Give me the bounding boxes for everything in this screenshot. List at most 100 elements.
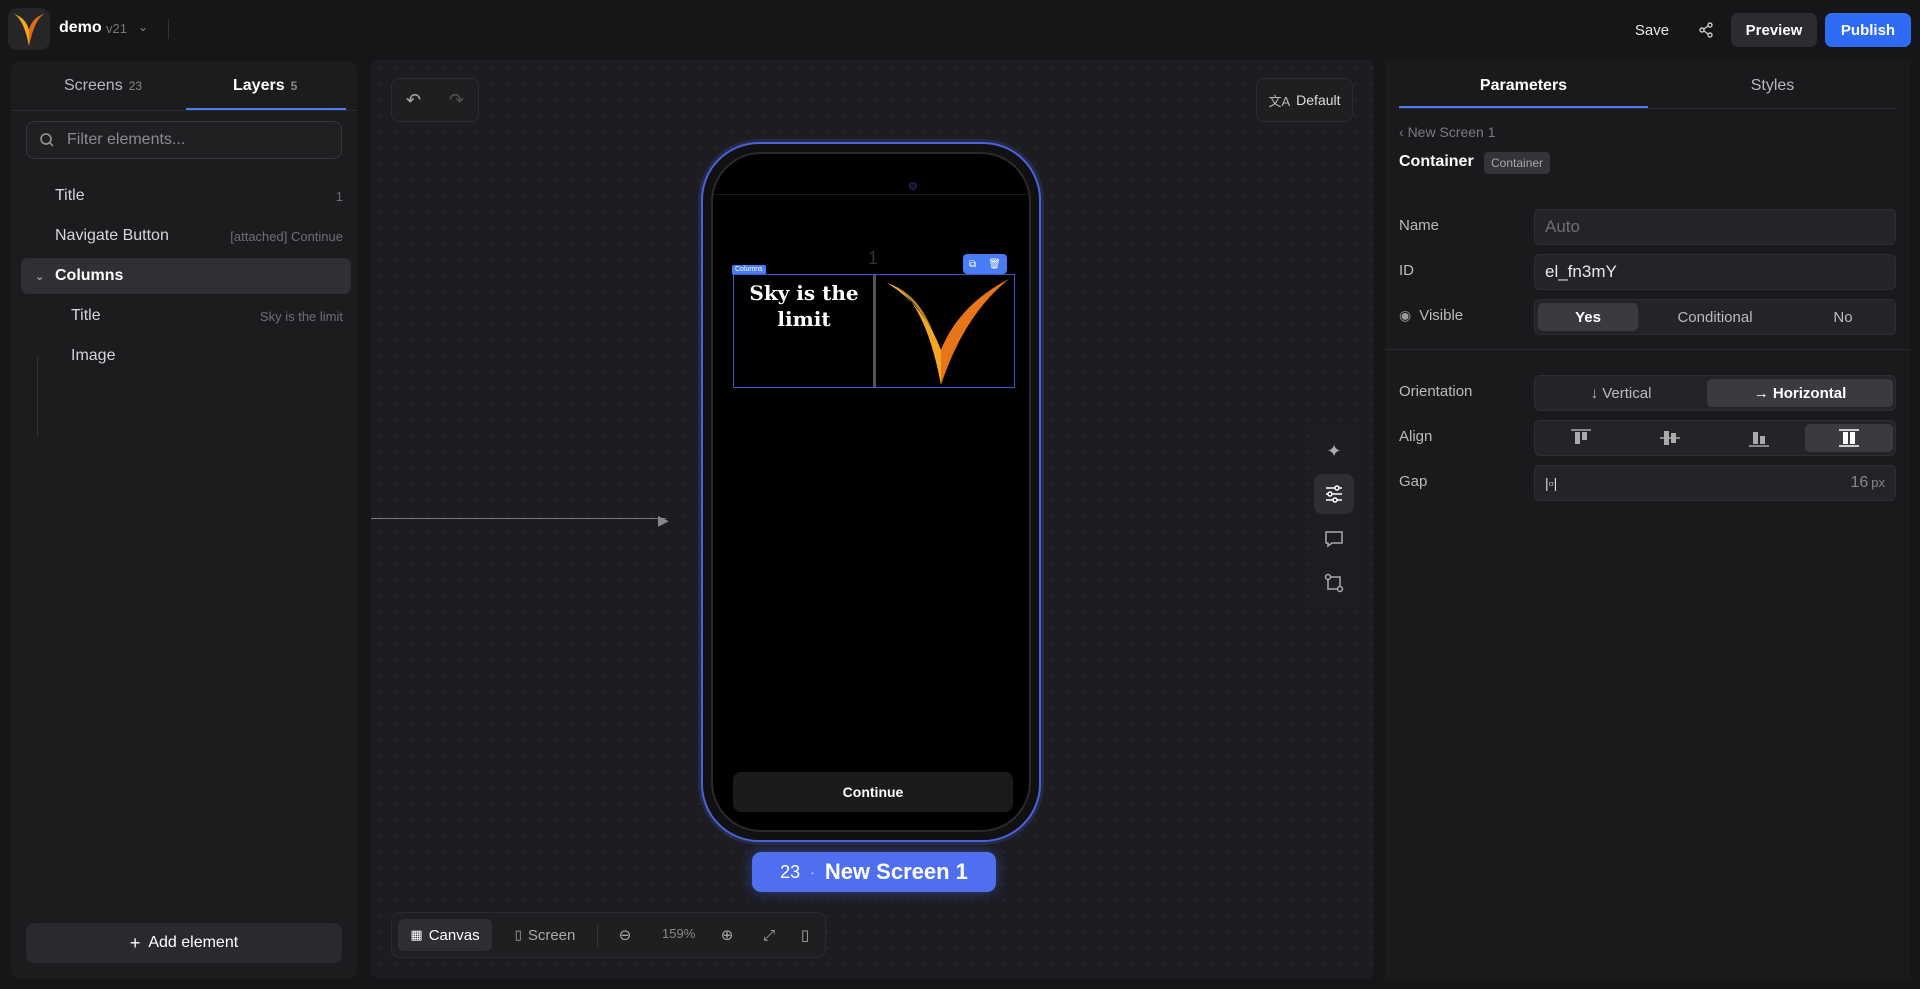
orientation-segmented-control: ↓ Vertical → Horizontal bbox=[1534, 375, 1896, 411]
align-segmented-control bbox=[1534, 420, 1896, 456]
gap-value: 16 px bbox=[1850, 466, 1885, 500]
column-divider bbox=[873, 275, 876, 387]
tab-label: Screens bbox=[64, 77, 123, 94]
columns-container[interactable]: Sky is the limit bbox=[733, 274, 1015, 388]
divider bbox=[168, 19, 169, 39]
plus-icon: + bbox=[129, 932, 141, 953]
device-icon[interactable]: ▯ bbox=[790, 919, 820, 951]
layer-item-columns-title[interactable]: Title Sky is the limit bbox=[21, 298, 351, 334]
visible-option-yes[interactable]: Yes bbox=[1538, 303, 1638, 331]
align-label: Align bbox=[1399, 428, 1433, 445]
element-title: Container bbox=[1399, 153, 1474, 170]
layers-panel: Screens 23 Layers 5 Title 1 Navigate Butto… bbox=[11, 61, 357, 979]
history-controls: ↶ ↷ bbox=[391, 78, 479, 122]
tab-styles[interactable]: Styles bbox=[1648, 77, 1897, 95]
orientation-vertical-label: Vertical bbox=[1602, 384, 1652, 402]
project-version[interactable]: v21 bbox=[106, 21, 127, 36]
add-element-label: Add element bbox=[148, 934, 239, 951]
align-center-icon[interactable] bbox=[1627, 424, 1713, 452]
sparkle-icon[interactable]: ✦ bbox=[1314, 431, 1354, 471]
canvas[interactable]: ↶ ↷ 文A Default ▶ 1 Columns ⧉ 🗑 Sky is th… bbox=[371, 60, 1374, 979]
visible-option-conditional[interactable]: Conditional bbox=[1640, 303, 1790, 331]
arrow-right-icon: ▶ bbox=[658, 512, 669, 528]
screen-badge-name: New Screen 1 bbox=[824, 859, 968, 884]
publish-button[interactable]: Publish bbox=[1825, 13, 1911, 47]
divider bbox=[1385, 349, 1910, 350]
filter-field[interactable] bbox=[26, 121, 342, 159]
canvas-mode-label: Canvas bbox=[428, 926, 480, 944]
translate-icon: 文A bbox=[1268, 93, 1291, 109]
phone-screen[interactable]: 1 Columns ⧉ 🗑 Sky is the limit Continue bbox=[711, 152, 1031, 832]
breadcrumb[interactable]: ‹ New Screen 1 bbox=[1399, 124, 1496, 140]
chevron-left-icon: ‹ bbox=[1399, 124, 1408, 140]
id-label: ID bbox=[1399, 262, 1414, 279]
active-tab-indicator bbox=[1399, 106, 1648, 108]
orientation-option-vertical[interactable]: ↓ Vertical bbox=[1538, 379, 1704, 407]
properties-panel: Parameters Styles ‹ New Screen 1 Contain… bbox=[1385, 61, 1910, 979]
visible-option-no[interactable]: No bbox=[1793, 303, 1893, 331]
zoom-in-icon[interactable]: ⊕ bbox=[712, 919, 742, 951]
continue-button[interactable]: Continue bbox=[733, 772, 1013, 812]
gap-field[interactable]: |▫| 16 px bbox=[1534, 465, 1896, 501]
duplicate-icon[interactable]: ⧉ bbox=[969, 259, 976, 270]
tab-count: 5 bbox=[290, 79, 298, 93]
layer-item-image[interactable]: Image bbox=[21, 338, 351, 374]
layer-item-navigate-button[interactable]: Navigate Button [attached] Continue bbox=[21, 218, 351, 254]
screen-mode-button[interactable]: ▯ Screen bbox=[500, 919, 590, 951]
locale-button[interactable]: 文A Default bbox=[1256, 78, 1353, 122]
layer-label: Image bbox=[71, 347, 116, 364]
name-field[interactable]: Auto bbox=[1534, 209, 1896, 245]
layer-label: Navigate Button bbox=[55, 227, 169, 244]
status-area bbox=[713, 194, 1029, 195]
visible-label-text: Visible bbox=[1419, 307, 1464, 324]
tab-label: Layers bbox=[233, 77, 285, 94]
project-name[interactable]: demo bbox=[59, 19, 102, 37]
element-type-badge: Container bbox=[1484, 152, 1551, 174]
filter-input[interactable] bbox=[67, 128, 327, 152]
columns-image[interactable] bbox=[879, 275, 1014, 387]
eye-icon: ◉ bbox=[1399, 307, 1412, 323]
active-tab-indicator bbox=[186, 108, 346, 110]
chevron-down-icon[interactable]: ⌄ bbox=[138, 20, 148, 34]
fit-screen-icon[interactable]: ⤢ bbox=[754, 919, 784, 951]
tab-screens[interactable]: Screens 23 bbox=[64, 77, 142, 95]
search-icon bbox=[39, 132, 55, 153]
orientation-horizontal-label: Horizontal bbox=[1772, 384, 1847, 402]
visible-label: ◉ Visible bbox=[1399, 307, 1463, 324]
phone-frame[interactable]: 1 Columns ⧉ 🗑 Sky is the limit Continue bbox=[701, 142, 1041, 842]
trash-icon[interactable]: 🗑 bbox=[988, 259, 1001, 270]
layer-label: Columns bbox=[55, 267, 124, 284]
camera-icon bbox=[909, 182, 917, 190]
align-top-icon[interactable] bbox=[1538, 424, 1624, 452]
layer-item-title[interactable]: Title 1 bbox=[21, 178, 351, 214]
flow-icon[interactable] bbox=[1314, 563, 1354, 603]
gap-unit: px bbox=[1871, 475, 1885, 490]
tab-layers[interactable]: Layers 5 bbox=[233, 77, 297, 95]
align-bottom-icon[interactable] bbox=[1716, 424, 1802, 452]
name-label: Name bbox=[1399, 217, 1440, 234]
zoom-out-icon[interactable]: ⊖ bbox=[610, 919, 640, 951]
save-button[interactable]: Save bbox=[1622, 13, 1682, 47]
preview-button[interactable]: Preview bbox=[1731, 13, 1817, 47]
chevron-down-icon[interactable]: ⌄ bbox=[35, 270, 44, 283]
canvas-mode-button[interactable]: ▦ Canvas bbox=[398, 919, 492, 951]
layer-meta: Sky is the limit bbox=[259, 308, 343, 324]
zoom-level[interactable]: 159% bbox=[662, 926, 695, 941]
redo-icon[interactable]: ↷ bbox=[449, 90, 464, 111]
element-toolbar: ⧉ 🗑 bbox=[963, 254, 1007, 274]
app-logo[interactable] bbox=[8, 8, 50, 50]
orientation-label: Orientation bbox=[1399, 383, 1473, 400]
id-field[interactable]: el_fn3mY bbox=[1534, 254, 1896, 290]
orientation-option-horizontal[interactable]: → Horizontal bbox=[1707, 379, 1893, 407]
sliders-icon[interactable] bbox=[1314, 474, 1354, 514]
screen-name-badge[interactable]: 23 · New Screen 1 bbox=[752, 852, 996, 892]
columns-title[interactable]: Sky is the limit bbox=[734, 280, 874, 332]
layer-item-columns[interactable]: ⌄ Columns bbox=[21, 258, 351, 294]
add-element-button[interactable]: + Add element bbox=[26, 923, 342, 963]
undo-icon[interactable]: ↶ bbox=[406, 90, 421, 111]
comment-icon[interactable] bbox=[1314, 519, 1354, 559]
tab-parameters[interactable]: Parameters bbox=[1399, 77, 1648, 95]
share-button[interactable] bbox=[1688, 13, 1724, 47]
align-stretch-icon[interactable] bbox=[1805, 424, 1893, 452]
logo-icon bbox=[14, 14, 44, 46]
